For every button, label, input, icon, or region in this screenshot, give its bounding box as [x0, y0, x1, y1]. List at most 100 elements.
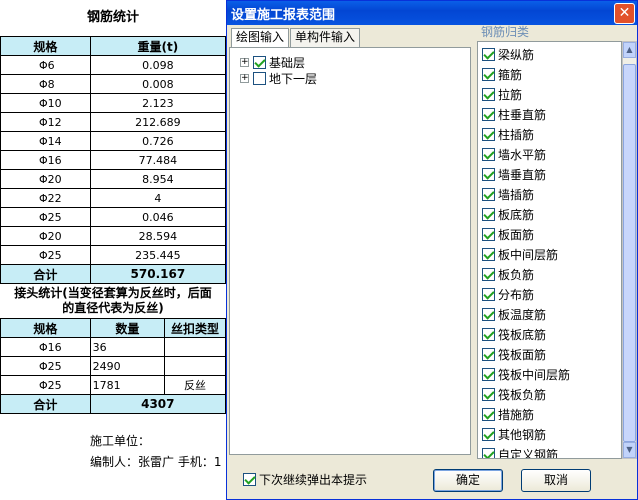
- list-item[interactable]: 自定义钢筋: [482, 444, 559, 459]
- list-item[interactable]: 墙插筋: [482, 184, 534, 204]
- row-spec: Φ16: [0, 150, 91, 170]
- table-row: Φ10 2.123: [0, 93, 226, 113]
- category-label: 筏板负筋: [498, 387, 547, 402]
- cancel-button[interactable]: 取消: [521, 469, 591, 492]
- maker-label: 编制人：张雷广 手机：1: [90, 455, 222, 469]
- scroll-up-icon[interactable]: ▲: [623, 42, 636, 58]
- row-weight: 77.484: [89, 150, 226, 170]
- row-weight: 0.046: [89, 207, 226, 227]
- list-item[interactable]: 板面筋: [482, 224, 534, 244]
- rebar-weight-table: 规格 重量(t) Φ6 0.098 Φ8 0.008 Φ10 2.123 Φ12 21…: [0, 36, 226, 284]
- list-item[interactable]: 拉筋: [482, 84, 522, 104]
- category-checkbox[interactable]: [482, 107, 495, 121]
- list-item[interactable]: 柱垂直筋: [482, 104, 546, 124]
- category-checkbox[interactable]: [482, 407, 495, 421]
- tab-single-component-input[interactable]: 单构件输入: [290, 28, 361, 47]
- category-checkbox[interactable]: [482, 267, 495, 281]
- category-label: 箍筋: [498, 67, 523, 82]
- category-checkbox[interactable]: [482, 427, 495, 441]
- category-checkbox[interactable]: [482, 87, 495, 101]
- table-row: Φ14 0.726: [0, 131, 226, 151]
- expand-icon[interactable]: +: [240, 57, 249, 67]
- input-tabs: 绘图输入 单构件输入: [231, 28, 361, 48]
- scroll-down-icon[interactable]: ▼: [623, 442, 636, 458]
- category-checkbox[interactable]: [482, 307, 495, 321]
- dialog-title: 设置施工报表范围: [231, 7, 336, 23]
- joint-header-spec: 规格: [0, 318, 91, 338]
- list-item[interactable]: 筏板中间层筋: [482, 364, 570, 384]
- row-weight: 0.726: [89, 131, 226, 151]
- category-checkbox[interactable]: [482, 187, 495, 201]
- category-label: 分布筋: [498, 287, 535, 302]
- table-row: Φ20 8.954: [0, 169, 226, 189]
- tree-checkbox[interactable]: [253, 55, 266, 69]
- category-checkbox[interactable]: [482, 447, 495, 458]
- expand-icon[interactable]: +: [240, 73, 249, 83]
- category-label: 筏板面筋: [498, 347, 547, 362]
- row-spec: Φ25: [0, 207, 91, 227]
- list-item[interactable]: 板中间层筋: [482, 244, 558, 264]
- next-prompt-label: 下次继续弹出本提示: [259, 473, 368, 487]
- row-spec: Φ12: [0, 112, 91, 132]
- category-checkbox[interactable]: [482, 367, 495, 381]
- category-checkbox[interactable]: [482, 67, 495, 81]
- list-item[interactable]: 其他钢筋: [482, 424, 546, 444]
- total-label: 合计: [0, 264, 91, 284]
- category-checkbox[interactable]: [482, 347, 495, 361]
- category-checkbox[interactable]: [482, 127, 495, 141]
- tree-checkbox[interactable]: [253, 71, 266, 85]
- table-row: Φ25 1781 反丝: [0, 375, 226, 395]
- list-item[interactable]: 梁纵筋: [482, 44, 534, 64]
- category-label: 梁纵筋: [498, 47, 535, 62]
- joint-spec: Φ25: [0, 356, 91, 376]
- table-row: Φ25 0.046: [0, 207, 226, 227]
- category-checkbox[interactable]: [482, 47, 495, 61]
- category-checkbox[interactable]: [482, 327, 495, 341]
- row-weight: 235.445: [89, 245, 226, 265]
- joint-type: [164, 356, 226, 376]
- close-icon[interactable]: ✕: [614, 2, 635, 24]
- list-item[interactable]: 板温度筋: [482, 304, 546, 324]
- list-item[interactable]: 箍筋: [482, 64, 522, 84]
- next-prompt-option[interactable]: 下次继续弹出本提示: [243, 471, 367, 488]
- joint-title-line-1: 接头统计(当变径套算为反丝时，后面: [14, 286, 212, 300]
- row-weight: 2.123: [89, 93, 226, 113]
- ok-button[interactable]: 确定: [433, 469, 503, 492]
- category-checkbox[interactable]: [482, 147, 495, 161]
- list-item[interactable]: 措施筋: [482, 404, 534, 424]
- category-label: 墙水平筋: [498, 147, 547, 162]
- category-label: 板面筋: [498, 227, 535, 242]
- list-item[interactable]: 筏板负筋: [482, 384, 546, 404]
- list-item[interactable]: 板负筋: [482, 264, 534, 284]
- list-item[interactable]: 筏板底筋: [482, 324, 546, 344]
- tree-item[interactable]: + 基础层: [240, 54, 305, 70]
- row-spec: Φ20: [0, 226, 91, 246]
- category-checkbox[interactable]: [482, 287, 495, 301]
- category-checkbox[interactable]: [482, 227, 495, 241]
- table-row: Φ16 36: [0, 337, 226, 357]
- joint-spec: Φ16: [0, 337, 91, 357]
- tab-drawing-input[interactable]: 绘图输入: [231, 28, 290, 48]
- list-item[interactable]: 柱插筋: [482, 124, 534, 144]
- joint-qty: 36: [89, 337, 166, 357]
- list-item[interactable]: 筏板面筋: [482, 344, 546, 364]
- list-item[interactable]: 墙水平筋: [482, 144, 546, 164]
- category-scrollbar[interactable]: ▲ ▼: [622, 41, 637, 459]
- category-label: 板温度筋: [498, 307, 547, 322]
- category-checkbox[interactable]: [482, 387, 495, 401]
- list-item[interactable]: 分布筋: [482, 284, 534, 304]
- category-label: 墙插筋: [498, 187, 535, 202]
- category-checkbox[interactable]: [482, 167, 495, 181]
- category-label: 自定义钢筋: [498, 447, 559, 459]
- category-label: 墙垂直筋: [498, 167, 547, 182]
- scroll-thumb[interactable]: [623, 64, 636, 442]
- next-prompt-checkbox[interactable]: [243, 473, 256, 486]
- category-label: 柱垂直筋: [498, 107, 547, 122]
- category-checkbox[interactable]: [482, 247, 495, 261]
- row-spec: Φ22: [0, 188, 91, 208]
- tree-item[interactable]: + 地下一层: [240, 70, 317, 86]
- category-checkbox[interactable]: [482, 207, 495, 221]
- dialog-title-bar[interactable]: 设置施工报表范围 ✕: [227, 1, 637, 25]
- list-item[interactable]: 板底筋: [482, 204, 534, 224]
- list-item[interactable]: 墙垂直筋: [482, 164, 546, 184]
